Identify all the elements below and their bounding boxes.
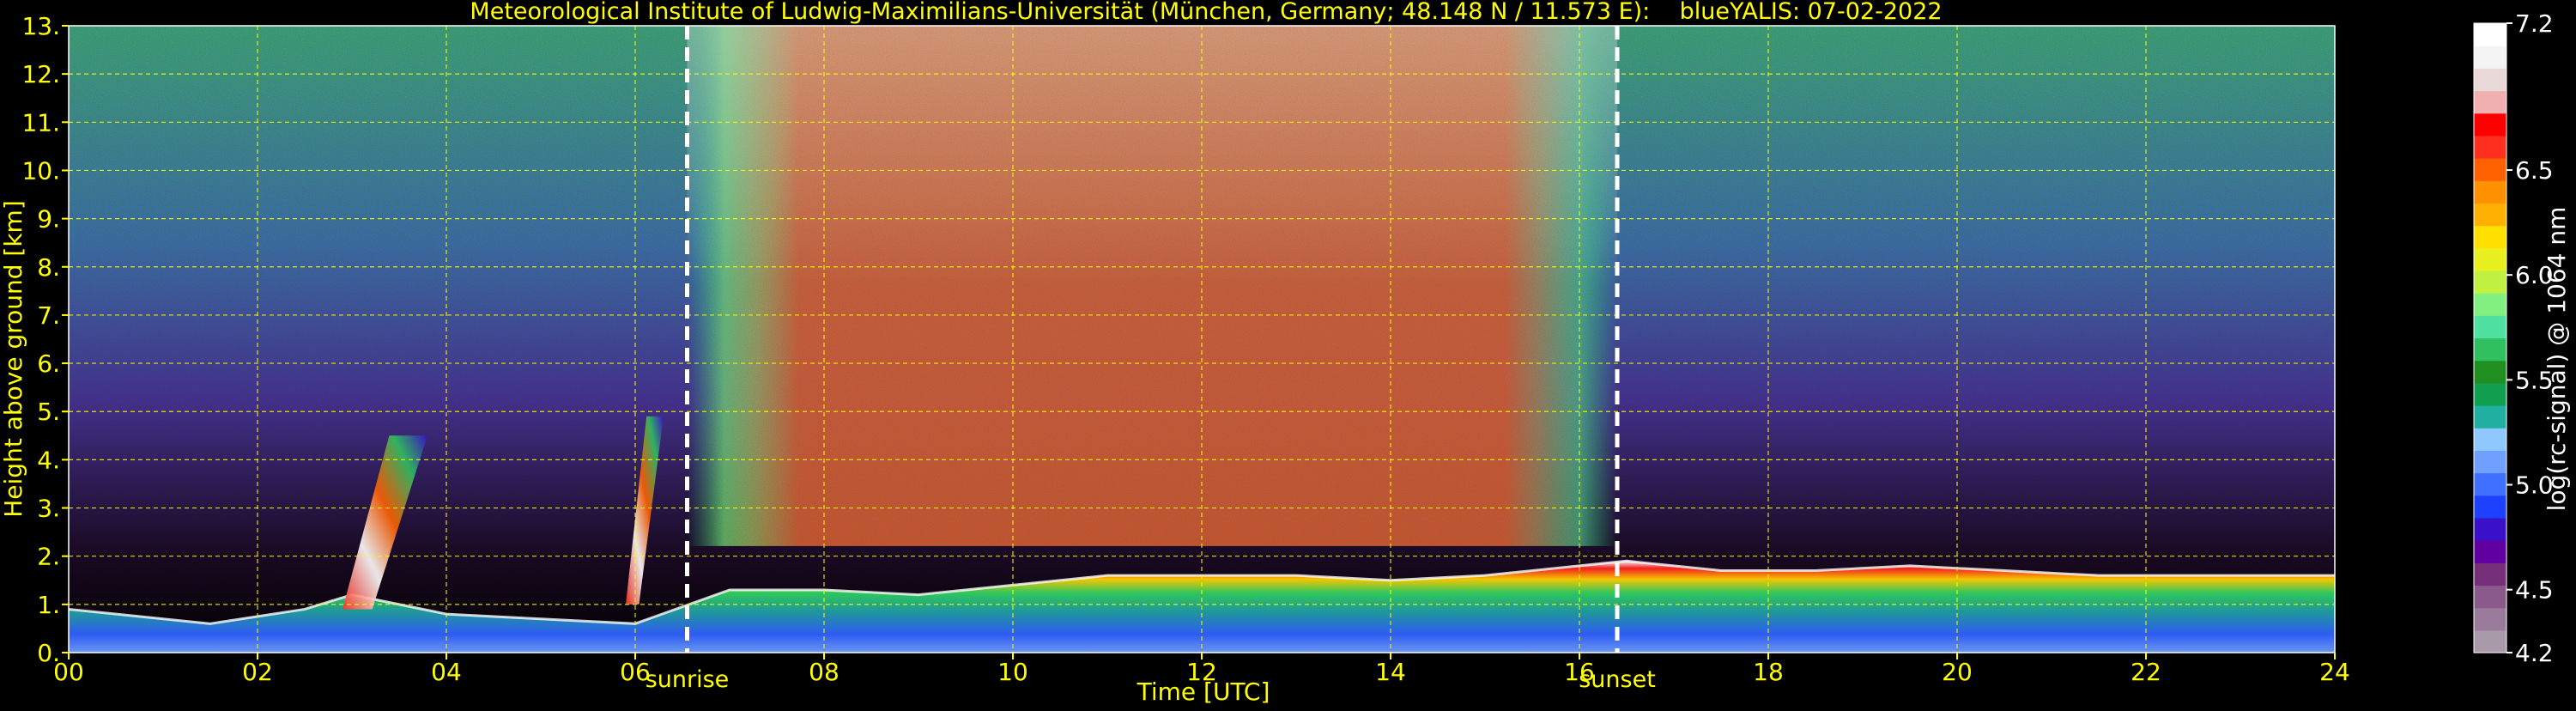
y-tick-label: 10. [21,156,60,185]
colorbar-swatch [2474,405,2506,428]
y-tick-label: 6. [37,349,60,378]
y-tick-label: 9. [37,205,60,234]
x-axis-label: Time [UTC] [1136,678,1270,706]
colorbar-swatch [2474,517,2506,541]
colorbar-swatch [2474,337,2506,362]
y-tick-label: 12. [21,60,60,88]
colorbar-tick-label: 6.5 [2515,156,2554,185]
colorbar-swatch [2474,450,2506,474]
y-tick-label: 8. [37,253,60,282]
colorbar-swatch [2474,495,2506,519]
colorbar-swatch [2474,629,2506,653]
sunrise-label: sunrise [646,666,730,693]
y-tick-label: 13. [21,12,60,40]
colorbar-tick-label: 4.5 [2515,576,2554,605]
x-tick-label: 14 [1375,658,1406,686]
colorbar-swatch [2474,472,2506,496]
colorbar-swatch [2474,112,2506,137]
x-tick-label: 22 [2131,658,2161,686]
colorbar-swatch [2474,562,2506,586]
colorbar-swatch [2474,158,2506,181]
x-tick-label: 24 [2319,658,2350,686]
colorbar-swatch [2474,247,2506,271]
x-tick-label: 02 [242,658,273,686]
colorbar-swatch [2474,135,2506,159]
colorbar: 4.24.55.05.56.06.57.2 [2473,9,2554,667]
x-tick-label: 08 [809,658,839,686]
colorbar-label: log(rc-signal) @ 1064 nm [2543,207,2571,512]
y-axis-label: Height above ground [km] [0,200,27,518]
x-tick-label: 10 [997,658,1028,686]
colorbar-swatch [2474,23,2506,46]
y-tick-label: 1. [37,591,60,619]
colorbar-swatch [2474,428,2506,451]
x-tick-label: 18 [1753,658,1784,686]
colorbar-swatch [2474,90,2506,114]
colorbar-swatch [2474,225,2506,249]
x-tick-label: 16 [1564,658,1595,686]
lidar-chart: sunrise sunset 00 02 04 06 08 10 12 14 16 18 20 22 24… [0,0,2576,708]
y-tick-label: 4. [37,446,60,474]
colorbar-swatch [2474,540,2506,563]
x-tick-label: 04 [431,658,462,686]
colorbar-swatch [2474,293,2506,316]
colorbar-swatch [2474,315,2506,339]
y-tick-label: 5. [37,398,60,426]
colorbar-swatch [2474,382,2506,406]
colorbar-swatch [2474,270,2506,294]
chart-svg: sunrise sunset 00 02 04 06 08 10 12 14 16 18 20 22 24… [0,0,2571,706]
y-tick-label: 11. [21,108,60,137]
colorbar-tick-label: 7.2 [2515,9,2554,38]
y-tick-label: 3. [37,495,60,523]
colorbar-swatch [2474,180,2506,204]
colorbar-swatch [2474,46,2506,69]
x-tick-label: 06 [620,658,651,686]
colorbar-swatch [2474,203,2506,227]
colorbar-swatch [2474,585,2506,609]
chart-title: Meteorological Institute of Ludwig-Maxim… [470,0,1942,25]
colorbar-tick-label: 4.2 [2515,639,2554,667]
colorbar-swatch [2474,360,2506,384]
y-tick-label: 2. [37,543,60,571]
colorbar-swatch [2474,68,2506,92]
colorbar-swatch [2474,607,2506,631]
x-tick-label: 20 [1942,658,1973,686]
y-tick-label: 0. [37,639,60,667]
y-tick-label: 7. [37,301,60,330]
